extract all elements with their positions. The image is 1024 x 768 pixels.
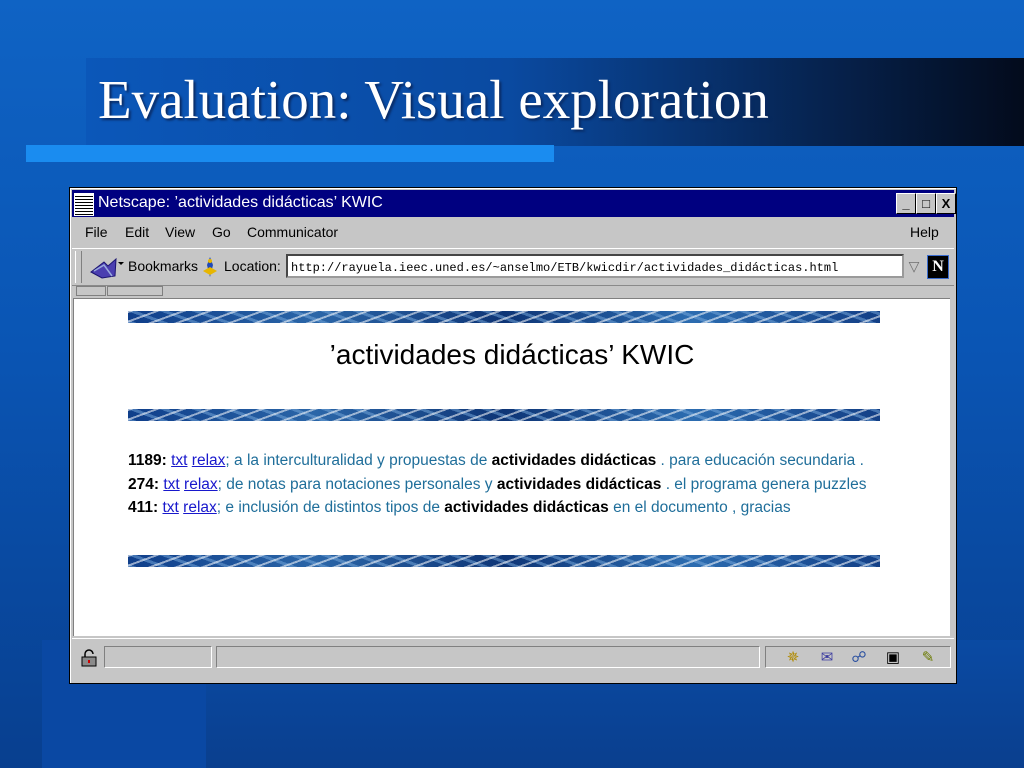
relax-link[interactable]: relax [183, 499, 217, 516]
system-menu-icon[interactable] [74, 193, 94, 216]
location-label: Location: [224, 258, 281, 274]
collapsed-toolbar-tabs [76, 286, 236, 296]
menu-communicator[interactable]: Communicator [247, 224, 338, 240]
location-toolbar: Bookmarks Location: http://rayuela.ieec.… [72, 248, 954, 286]
minimize-button[interactable]: _ [896, 193, 916, 214]
toolbar-grip[interactable] [75, 251, 82, 283]
discussions-icon[interactable]: ☍ [848, 648, 870, 668]
kwic-row: 274: txt relax; de notas para notaciones… [128, 473, 918, 497]
left-context: ; a la interculturalidad y propuestas de [225, 452, 492, 469]
page-heading: ’actividades didácticas’ KWIC [329, 339, 695, 370]
right-context: en el documento , gracias [608, 499, 791, 516]
kwic-row: 1189: txt relax; a la interculturalidad … [128, 449, 918, 473]
composer-icon[interactable]: ▣ [882, 648, 904, 668]
slide-title: Evaluation: Visual exploration [98, 69, 769, 130]
result-count: 1189: [128, 452, 167, 469]
menu-bar: File Edit View Go Communicator Help [72, 219, 954, 245]
right-context: . para educación secundaria . [656, 452, 864, 469]
menu-edit[interactable]: Edit [125, 224, 149, 240]
close-button[interactable]: X [936, 193, 956, 214]
keyword: actividades didácticas [444, 499, 609, 516]
relax-link[interactable]: relax [184, 476, 218, 493]
left-context: ; de notas para notaciones personales y [217, 475, 497, 493]
maximize-button[interactable]: □ [916, 193, 936, 214]
chevron-down-icon[interactable]: ▽ [906, 254, 922, 278]
result-count: 411: [128, 499, 159, 516]
toolbar-tab[interactable] [76, 286, 106, 296]
window-titlebar[interactable]: Netscape: ’actividades didácticas’ KWIC … [72, 190, 956, 217]
decorative-banner [128, 311, 880, 323]
relax-link[interactable]: relax [192, 452, 226, 469]
menu-help[interactable]: Help [910, 224, 939, 240]
status-message-cell [216, 646, 760, 668]
status-bar: ✵ ✉ ☍ ▣ ✎ [72, 638, 954, 674]
url-input[interactable]: http://rayuela.ieec.uned.es/~anselmo/ETB… [286, 254, 904, 278]
txt-link[interactable]: txt [163, 476, 179, 493]
bookmarks-label[interactable]: Bookmarks [128, 258, 198, 274]
lock-icon[interactable] [81, 649, 97, 667]
window-title: Netscape: ’actividades didácticas’ KWIC [98, 194, 383, 211]
kwic-results: 1189: txt relax; a la interculturalidad … [128, 449, 918, 520]
progress-cell [104, 646, 212, 668]
right-context: . el programa genera puzzles [661, 475, 867, 493]
result-count: 274: [128, 475, 160, 493]
bookmarks-icon[interactable] [88, 254, 124, 280]
menu-file[interactable]: File [85, 224, 108, 240]
netscape-window: Netscape: ’actividades didácticas’ KWIC … [69, 187, 957, 684]
txt-link[interactable]: txt [171, 452, 187, 469]
toolbar-tab[interactable] [107, 286, 163, 296]
decorative-banner [128, 409, 880, 421]
kwic-row: 411: txt relax; e inclusión de distintos… [128, 496, 918, 520]
keyword: actividades didácticas [491, 452, 657, 469]
edit-icon[interactable]: ✎ [917, 648, 939, 668]
page-content: ’actividades didácticas’ KWIC 1189: txt … [73, 298, 950, 636]
slide-accent-stripe [26, 145, 554, 162]
left-context: ; e inclusión de distintos tipos de [216, 499, 445, 516]
decorative-banner [128, 555, 880, 567]
navigator-icon[interactable]: ✵ [782, 648, 804, 668]
menu-go[interactable]: Go [212, 224, 231, 240]
keyword: actividades didácticas [496, 475, 662, 493]
location-icon[interactable] [200, 255, 220, 279]
txt-link[interactable]: txt [162, 499, 178, 516]
mail-icon[interactable]: ✉ [816, 648, 838, 668]
netscape-logo[interactable]: N [927, 255, 949, 279]
menu-view[interactable]: View [165, 224, 195, 240]
